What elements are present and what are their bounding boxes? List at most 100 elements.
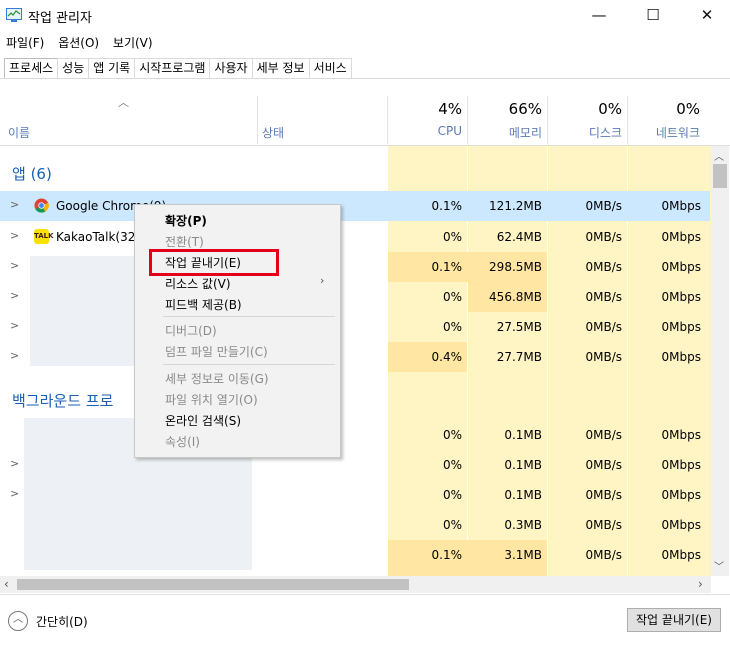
cpu-total[interactable]: 4% xyxy=(400,100,462,118)
disk-value: 0MB/s xyxy=(585,230,622,244)
context-menu: 확장(P) 전환(T) 작업 끝내기(E) 리소스 값(V) › 피드백 제공(… xyxy=(134,204,341,458)
menu-item-feedback[interactable]: 피드백 제공(B) xyxy=(165,296,242,313)
network-value: 0Mbps xyxy=(661,518,701,532)
network-value: 0Mbps xyxy=(661,458,701,472)
cpu-value: 0.1% xyxy=(431,548,463,562)
chevron-up-circle-icon[interactable]: ︿ xyxy=(8,611,28,631)
column-cpu[interactable]: CPU xyxy=(400,124,462,138)
memory-value: 27.7MB xyxy=(496,350,542,364)
menu-options[interactable]: 옵션(O) xyxy=(58,34,99,51)
disk-total[interactable]: 0% xyxy=(550,100,622,118)
tab-services[interactable]: 서비스 xyxy=(308,58,352,78)
column-status[interactable]: 상태 xyxy=(262,124,284,141)
menu-item-create-dump: 덤프 파일 만들기(C) xyxy=(165,345,268,359)
end-task-button[interactable]: 작업 끝내기(E) xyxy=(627,608,721,632)
process-name: KakaoTalk(32 xyxy=(56,230,136,244)
fewer-details-link[interactable]: 간단히(D) xyxy=(36,613,88,630)
memory-total[interactable]: 66% xyxy=(470,100,542,118)
menu-item-resource-values[interactable]: 리소스 값(V) xyxy=(165,275,231,292)
menu-item-switch-to: 전환(T) xyxy=(165,235,204,249)
scroll-right-icon[interactable]: › xyxy=(698,577,703,591)
network-value: 0Mbps xyxy=(661,230,701,244)
tab-startup[interactable]: 시작프로그램 xyxy=(134,58,211,78)
cpu-value: 0% xyxy=(442,320,462,334)
cpu-value: 0% xyxy=(442,290,462,304)
cpu-value: 0% xyxy=(442,518,462,532)
section-background: 백그라운드 프로 xyxy=(12,392,114,410)
table-row[interactable]: > TALK KakaoTalk(32 0% 62.4MB 0MB/s 0Mbp… xyxy=(0,222,710,252)
chevron-right-icon[interactable]: > xyxy=(10,289,19,302)
footer-divider xyxy=(0,594,730,595)
memory-value: 456.8MB xyxy=(489,290,542,304)
horizontal-scroll-thumb[interactable] xyxy=(17,579,409,590)
menu-item-debug: 디버그(D) xyxy=(165,324,217,338)
chevron-right-icon[interactable]: > xyxy=(10,229,19,242)
maximize-button[interactable]: ☐ xyxy=(630,0,676,32)
cpu-value: 0% xyxy=(442,230,462,244)
memory-value: 0.1MB xyxy=(504,488,542,502)
sort-up-icon[interactable]: ︿ xyxy=(118,94,129,110)
scroll-left-icon[interactable]: ‹ xyxy=(4,577,9,591)
chevron-right-icon[interactable]: > xyxy=(10,457,19,470)
column-network[interactable]: 네트워크 xyxy=(630,124,700,141)
cpu-value: 0.4% xyxy=(431,350,463,364)
memory-value: 121.2MB xyxy=(489,199,542,213)
minimize-button[interactable]: — xyxy=(576,0,622,32)
tab-performance[interactable]: 성능 xyxy=(57,58,90,78)
network-value: 0Mbps xyxy=(661,548,701,562)
menu-item-expand[interactable]: 확장(P) xyxy=(165,212,207,229)
network-total[interactable]: 0% xyxy=(630,100,700,118)
highlight-box xyxy=(149,249,279,276)
menu-file[interactable]: 파일(F) xyxy=(6,34,44,51)
network-value: 0Mbps xyxy=(661,290,701,304)
cpu-value: 0.1% xyxy=(431,199,463,213)
network-value: 0Mbps xyxy=(661,199,701,213)
cpu-value: 0% xyxy=(442,458,462,472)
menu-item-go-to-details: 세부 정보로 이동(G) xyxy=(165,372,269,386)
column-name[interactable]: 이름 xyxy=(8,124,30,141)
network-value: 0Mbps xyxy=(661,260,701,274)
network-value: 0Mbps xyxy=(661,350,701,364)
memory-value: 0.1MB xyxy=(504,428,542,442)
chevron-right-icon[interactable]: > xyxy=(10,259,19,272)
column-divider xyxy=(467,96,468,144)
vertical-scrollbar[interactable] xyxy=(711,146,729,576)
window-title: 작업 관리자 xyxy=(28,11,92,26)
memory-value: 27.5MB xyxy=(496,320,542,334)
scroll-down-icon[interactable]: ﹀ xyxy=(714,558,724,573)
menu-view[interactable]: 보기(V) xyxy=(113,34,153,51)
memory-value: 298.5MB xyxy=(489,260,542,274)
memory-value: 0.3MB xyxy=(504,518,542,532)
table-row[interactable]: > Google Chrome(9) 0.1% 121.2MB 0MB/s 0M… xyxy=(0,191,710,221)
tab-app-history[interactable]: 앱 기록 xyxy=(88,58,136,78)
disk-value: 0MB/s xyxy=(585,458,622,472)
menu-item-search-online[interactable]: 온라인 검색(S) xyxy=(165,412,241,429)
cpu-value: 0% xyxy=(442,488,462,502)
chevron-right-icon[interactable]: > xyxy=(10,349,19,362)
tab-strip: 프로세스 성능 앱 기록 시작프로그램 사용자 세부 정보 서비스 xyxy=(4,58,352,78)
menu-item-properties: 속성(I) xyxy=(165,435,200,449)
cpu-value: 0% xyxy=(442,428,462,442)
column-divider xyxy=(547,96,548,144)
disk-value: 0MB/s xyxy=(585,488,622,502)
chevron-right-icon[interactable]: > xyxy=(10,319,19,332)
chevron-right-icon[interactable]: > xyxy=(10,487,19,500)
close-button[interactable]: ✕ xyxy=(684,0,730,32)
tab-users[interactable]: 사용자 xyxy=(209,58,253,78)
network-value: 0Mbps xyxy=(661,488,701,502)
network-value: 0Mbps xyxy=(661,428,701,442)
menu-item-open-file-location: 파일 위치 열기(O) xyxy=(165,393,258,407)
vertical-scroll-thumb[interactable] xyxy=(713,164,727,188)
disk-value: 0MB/s xyxy=(585,548,622,562)
disk-value: 0MB/s xyxy=(585,518,622,532)
column-disk[interactable]: 디스크 xyxy=(550,124,622,141)
column-memory[interactable]: 메모리 xyxy=(470,124,542,141)
tab-details[interactable]: 세부 정보 xyxy=(251,58,310,78)
scroll-up-icon[interactable]: ︿ xyxy=(714,148,724,163)
column-divider xyxy=(387,96,388,144)
chevron-right-icon[interactable]: > xyxy=(10,198,19,211)
disk-value: 0MB/s xyxy=(585,320,622,334)
tab-processes[interactable]: 프로세스 xyxy=(4,58,59,78)
disk-value: 0MB/s xyxy=(585,260,622,274)
disk-value: 0MB/s xyxy=(585,350,622,364)
